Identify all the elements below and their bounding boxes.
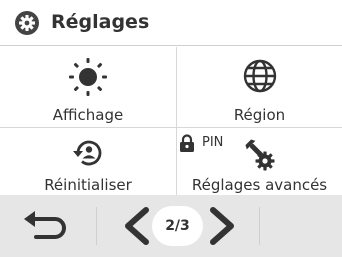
reinitialiser-label: Réinitialiser [44,176,132,194]
page-indicator: 2/3 [152,206,203,246]
affichage-label: Affichage [52,106,124,124]
lock-icon [180,134,194,152]
page-title: Réglages [51,11,150,33]
footer-bar: 2/3 [0,195,342,257]
region-button[interactable]: Région [177,47,342,127]
header-bar: Réglages [0,0,342,46]
tools-icon [245,139,275,171]
chevron-right-icon[interactable] [203,205,243,247]
pin-lock-label: PIN [202,135,224,150]
reinitialiser-button[interactable]: Réinitialiser [0,128,176,195]
gear-icon [15,11,39,35]
footer-divider [259,207,260,245]
chevron-left-icon[interactable] [116,205,156,247]
footer-divider [96,207,97,245]
globe-icon [243,59,277,93]
reglages-avances-label: Réglages avancés [191,176,328,194]
reset-icon [73,140,102,166]
affichage-button[interactable]: Affichage [0,47,176,127]
region-label: Région [233,106,286,124]
brightness-icon [69,58,107,96]
reglages-avances-button[interactable]: PIN Réglages avancés [177,128,342,195]
back-arrow-icon[interactable] [22,209,72,243]
